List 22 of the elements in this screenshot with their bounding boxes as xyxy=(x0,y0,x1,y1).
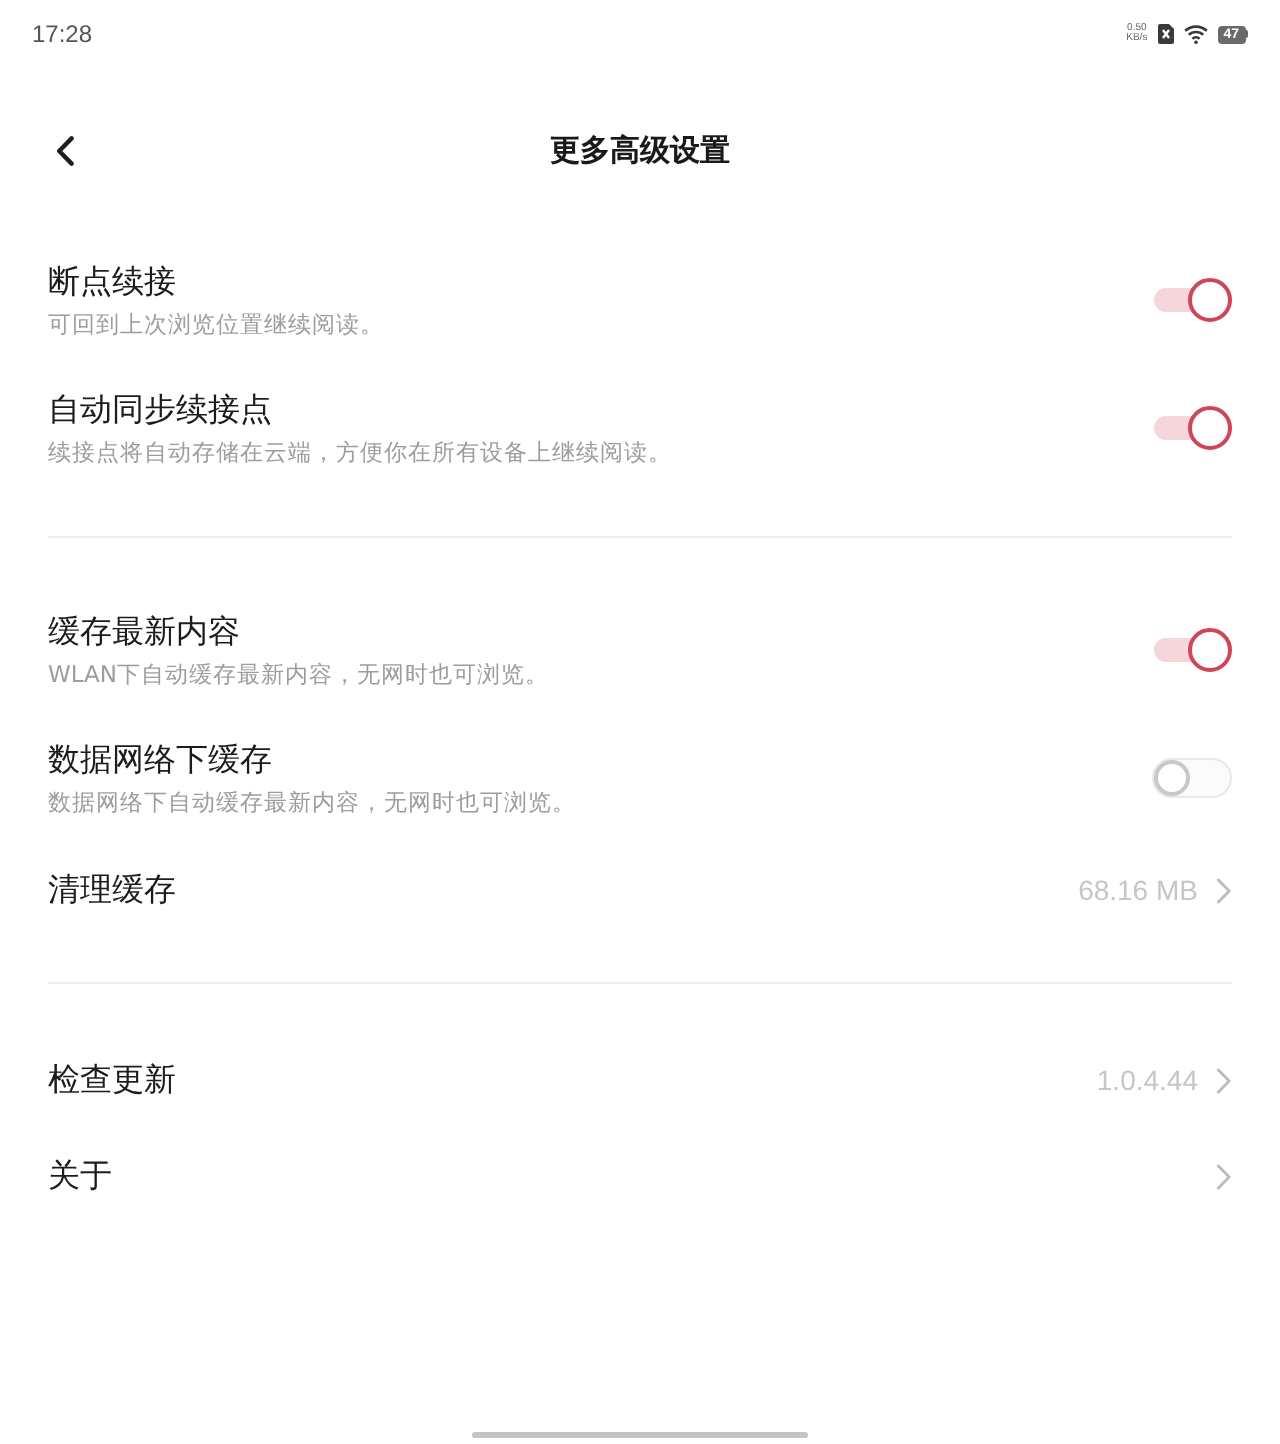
menu-item-label[interactable]: 关于 xyxy=(48,1154,112,1198)
setting-description: 数据网络下自动缓存最新内容，无网时也可浏览。 xyxy=(48,786,576,818)
toggle-switch[interactable] xyxy=(1152,404,1232,452)
setting-title: 自动同步续接点 xyxy=(48,388,272,432)
menu-item-label[interactable]: 清理缓存 xyxy=(48,868,176,912)
toggle-switch[interactable] xyxy=(1152,754,1232,802)
setting-value: 68.16 MB xyxy=(1078,874,1198,906)
back-icon[interactable] xyxy=(56,136,74,166)
setting-value: 1.0.4.44 xyxy=(1096,1064,1198,1096)
menu-item-label[interactable]: 检查更新 xyxy=(48,1058,176,1102)
toggle-switch[interactable] xyxy=(1152,276,1232,324)
setting-title: 断点续接 xyxy=(48,260,176,304)
status-time: 17:28 xyxy=(32,20,93,48)
setting-title: 缓存最新内容 xyxy=(48,610,240,654)
sim-card-icon xyxy=(1157,24,1174,44)
toggle-switch[interactable] xyxy=(1152,626,1232,674)
page-title: 更多高级设置 xyxy=(550,131,730,169)
setting-description: WLAN下自动缓存最新内容，无网时也可浏览。 xyxy=(48,658,550,690)
setting-description: 续接点将自动存储在云端，方便你在所有设备上继续阅读。 xyxy=(48,436,672,468)
setting-description: 可回到上次浏览位置继续阅读。 xyxy=(48,308,384,340)
wifi-icon xyxy=(1183,24,1208,44)
setting-title: 数据网络下缓存 xyxy=(48,738,272,782)
